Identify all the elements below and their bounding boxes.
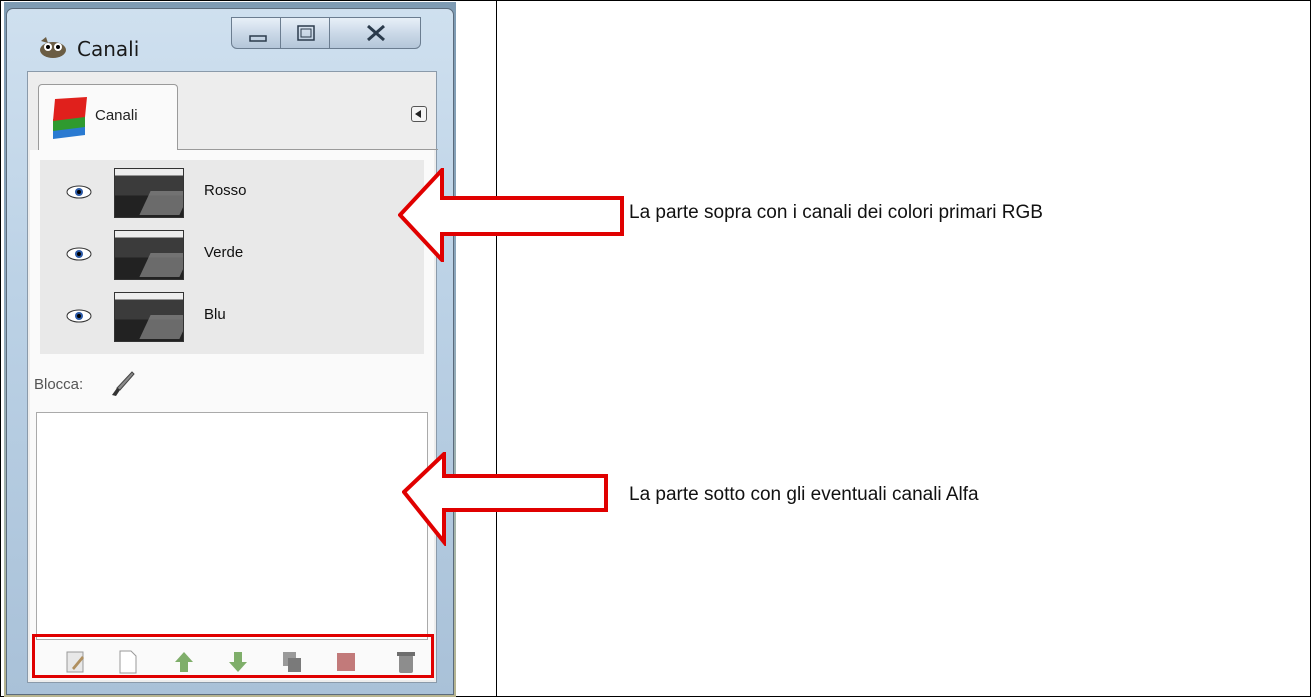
minimize-icon: [249, 35, 267, 42]
callout-top-text: La parte sopra con i canali dei colori p…: [629, 202, 1043, 223]
dockable-panel: Canali Rosso Verde Blu Blocca:: [27, 71, 438, 683]
document-table: Canali Canali Rosso Verde Blu Blocca: La…: [0, 0, 1311, 699]
maximize-button[interactable]: [280, 17, 330, 49]
tab-canali[interactable]: Canali: [38, 84, 178, 150]
arrow-callout-bottom: [402, 452, 608, 546]
channel-thumbnail: [114, 230, 184, 280]
channels-window: Canali Canali Rosso Verde Blu Blocca:: [6, 8, 454, 695]
channel-row-rosso[interactable]: Rosso: [40, 164, 424, 224]
tab-label: Canali: [95, 107, 138, 124]
channel-name: Verde: [204, 244, 244, 261]
toolbar-highlight-frame: [32, 634, 434, 678]
channel-name: Blu: [204, 306, 226, 323]
alpha-channel-list: [36, 412, 428, 640]
channel-thumbnail: [114, 168, 184, 218]
eye-icon[interactable]: [66, 246, 92, 262]
gimp-wilber-icon: [40, 37, 66, 58]
paintbrush-lock-icon[interactable]: [110, 370, 136, 398]
callout-bottom-text: La parte sotto con gli eventuali canali …: [629, 484, 979, 505]
channel-row-verde[interactable]: Verde: [40, 226, 424, 286]
channel-thumbnail: [114, 292, 184, 342]
right-cell: [496, 0, 1311, 697]
eye-icon[interactable]: [66, 308, 92, 324]
channels-stack-icon: [53, 97, 87, 139]
arrow-callout-top: [398, 168, 624, 262]
channels-panel: Rosso Verde Blu Blocca:: [30, 150, 434, 680]
channel-name: Rosso: [204, 182, 247, 199]
close-button[interactable]: [329, 17, 421, 49]
window-title: Canali: [77, 37, 140, 61]
tab-menu-arrow-icon[interactable]: [411, 106, 427, 122]
title-bar[interactable]: Canali: [7, 9, 453, 69]
eye-icon[interactable]: [66, 184, 92, 200]
close-icon: [367, 24, 385, 42]
channel-row-blu[interactable]: Blu: [40, 288, 424, 348]
maximize-icon: [297, 25, 315, 41]
minimize-button[interactable]: [231, 17, 281, 49]
color-channel-list: Rosso Verde Blu: [40, 160, 424, 354]
lock-label: Blocca:: [34, 376, 84, 393]
